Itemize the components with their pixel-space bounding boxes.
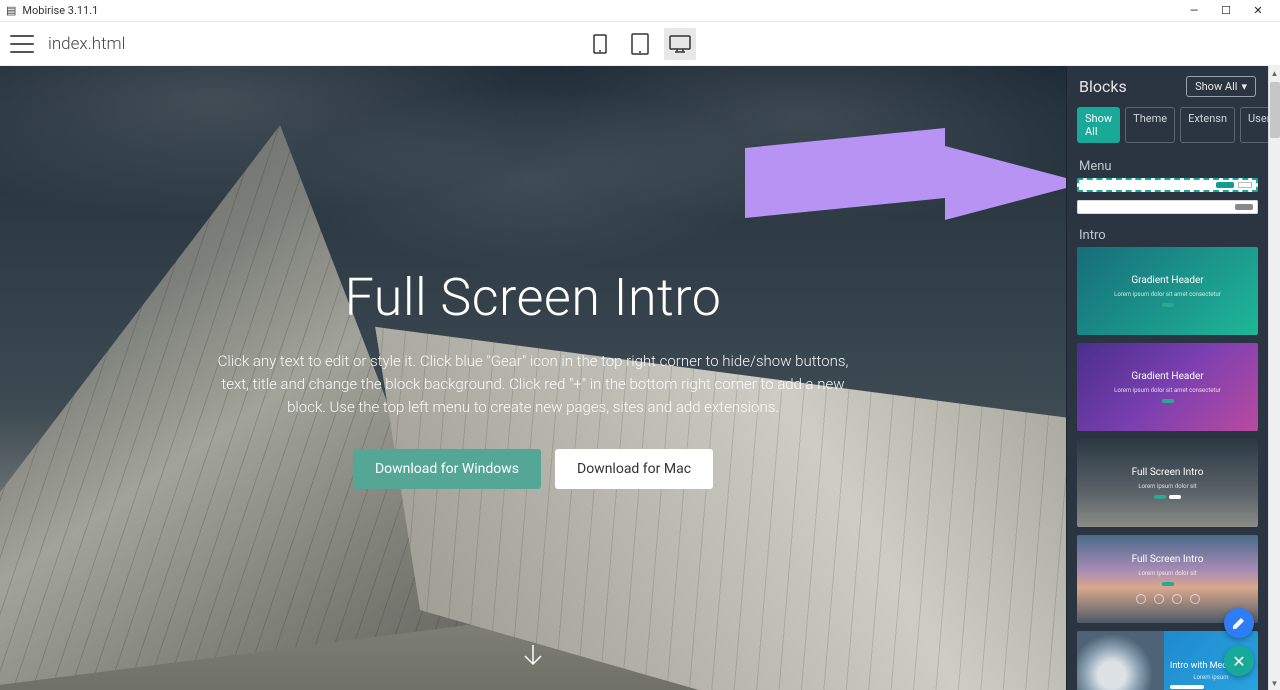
section-intro-label: Intro xyxy=(1067,222,1268,247)
thumb-label: Full Screen Intro xyxy=(1132,467,1204,478)
thumb-sub: Lorem ipsum dolor sit xyxy=(1138,483,1196,490)
intro-block-thumb[interactable]: Gradient Header Lorem ipsum dolor sit am… xyxy=(1077,247,1258,335)
thumb-label: Gradient Header xyxy=(1131,275,1203,286)
show-all-dropdown[interactable]: Show All ▾ xyxy=(1186,76,1256,97)
menu-block-thumb[interactable] xyxy=(1077,178,1258,192)
scrollbar-thumb[interactable] xyxy=(1270,82,1280,138)
thumb-label: Gradient Header xyxy=(1131,371,1203,382)
maximize-button[interactable]: ☐ xyxy=(1210,0,1242,22)
filter-show-all[interactable]: Show All xyxy=(1077,107,1120,143)
mobile-preview-button[interactable] xyxy=(584,28,616,60)
thumb-button xyxy=(1162,303,1174,307)
download-mac-button[interactable]: Download for Mac xyxy=(555,449,713,489)
device-preview-switch xyxy=(584,28,696,60)
minimize-button[interactable]: — xyxy=(1178,0,1210,22)
app-title: Mobirise 3.11.1 xyxy=(22,4,98,17)
close-window-button[interactable]: ✕ xyxy=(1242,0,1274,22)
vertical-scrollbar[interactable]: ▲ ▼ xyxy=(1268,66,1280,690)
thumb-button xyxy=(1162,399,1174,403)
scroll-up-icon[interactable]: ▲ xyxy=(1269,66,1280,80)
thumb-sub: Lorem ipsum dolor sit amet consectetur xyxy=(1114,387,1221,394)
thumb-sub: Lorem ipsum dolor sit xyxy=(1138,570,1196,577)
hamburger-menu-icon[interactable] xyxy=(10,35,34,53)
hero-title[interactable]: Full Screen Intro xyxy=(345,267,722,328)
menu-block-thumb[interactable] xyxy=(1077,200,1258,214)
thumb-button xyxy=(1154,495,1166,499)
chevron-down-icon: ▾ xyxy=(1241,80,1247,93)
thumb-button xyxy=(1162,582,1174,586)
desktop-preview-button[interactable] xyxy=(664,28,696,60)
current-file[interactable]: index.html xyxy=(48,34,125,54)
thumb-image xyxy=(1077,631,1164,690)
block-filters: Show All Theme Extensn User xyxy=(1067,107,1268,153)
show-all-label: Show All xyxy=(1195,80,1237,93)
hero-block[interactable]: Full Screen Intro Click any text to edit… xyxy=(0,66,1066,690)
tablet-preview-button[interactable] xyxy=(624,28,656,60)
scroll-down-icon[interactable] xyxy=(520,642,546,672)
window-titlebar: ▤ Mobirise 3.11.1 — ☐ ✕ xyxy=(0,0,1280,22)
scroll-down-icon[interactable]: ▼ xyxy=(1269,676,1280,690)
panel-title: Blocks xyxy=(1079,77,1127,96)
thumb-button xyxy=(1170,685,1204,689)
filter-extensions[interactable]: Extensn xyxy=(1180,107,1235,143)
intro-block-thumb[interactable]: Gradient Header Lorem ipsum dolor sit am… xyxy=(1077,343,1258,431)
hero-buttons: Download for Windows Download for Mac xyxy=(353,449,713,489)
edit-fab-button[interactable] xyxy=(1224,608,1254,638)
thumb-button xyxy=(1169,495,1181,499)
thumb-label: Full Screen Intro xyxy=(1132,554,1204,565)
app-icon: ▤ xyxy=(6,4,16,17)
thumb-sub: Lorem ipsum dolor sit amet consectetur xyxy=(1114,291,1221,298)
filter-theme[interactable]: Theme xyxy=(1125,107,1175,143)
close-panel-fab-button[interactable]: ✕ xyxy=(1224,646,1254,676)
editor-canvas[interactable]: Full Screen Intro Click any text to edit… xyxy=(0,66,1066,690)
blocks-panel: Blocks Show All ▾ Show All Theme Extensn… xyxy=(1066,66,1268,690)
download-windows-button[interactable]: Download for Windows xyxy=(353,449,541,489)
hero-subtitle[interactable]: Click any text to edit or style it. Clic… xyxy=(213,350,853,420)
main-toolbar: index.html xyxy=(0,22,1280,66)
section-menu-label: Menu xyxy=(1067,153,1268,178)
intro-block-thumb[interactable]: Full Screen Intro Lorem ipsum dolor sit xyxy=(1077,439,1258,527)
